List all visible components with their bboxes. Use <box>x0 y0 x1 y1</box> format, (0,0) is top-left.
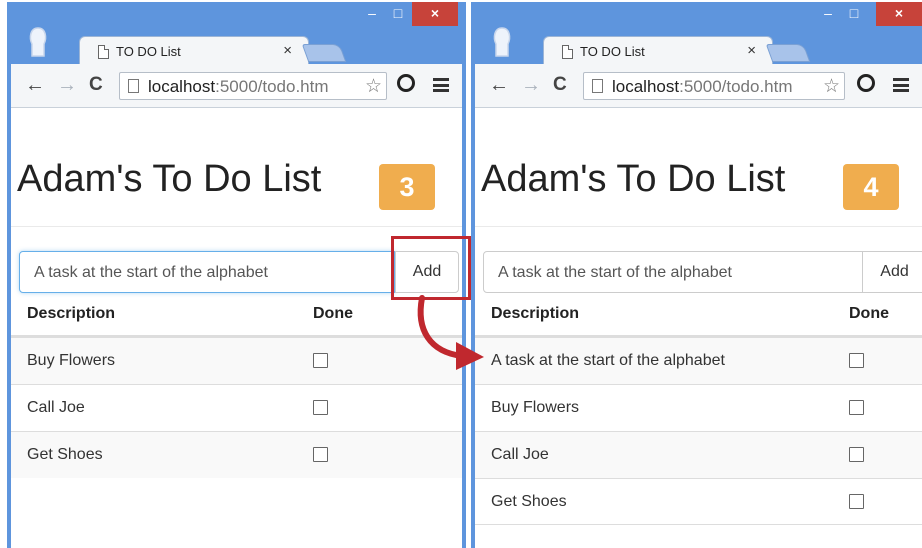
table-row: Buy Flowers <box>11 337 462 384</box>
star-icon[interactable]: ☆ <box>823 75 840 98</box>
url-text: localhost:5000/todo.htm <box>612 77 818 97</box>
task-description: Get Shoes <box>491 493 567 510</box>
address-bar[interactable]: localhost:5000/todo.htm ☆ <box>583 72 845 100</box>
new-tab-button[interactable] <box>301 44 347 62</box>
page-title: Adam's To Do List <box>17 158 322 200</box>
task-description: Call Joe <box>491 446 549 463</box>
address-bar[interactable]: localhost:5000/todo.htm ☆ <box>119 72 387 100</box>
back-arrow-icon[interactable]: ← <box>25 74 45 96</box>
add-button[interactable]: Add <box>862 251 922 293</box>
done-checkbox[interactable] <box>849 494 864 509</box>
url-host: localhost <box>148 77 216 96</box>
divider <box>475 226 922 227</box>
extension-icon[interactable] <box>397 74 415 92</box>
count-badge: 3 <box>379 164 435 210</box>
table-row: Call Joe <box>475 431 922 478</box>
done-checkbox[interactable] <box>313 353 328 368</box>
table-row: Buy Flowers <box>475 384 922 431</box>
tab-todo[interactable]: TO DO List × <box>543 36 773 66</box>
page-icon <box>128 79 139 93</box>
close-window-button[interactable]: × <box>876 2 922 26</box>
forward-arrow-icon[interactable]: → <box>57 74 77 96</box>
url-text: localhost:5000/todo.htm <box>148 77 358 97</box>
tab-strip: TO DO List × – □ × <box>471 2 922 66</box>
browser-toolbar: ← → C localhost:5000/todo.htm ☆ <box>11 64 462 108</box>
tab-title: TO DO List <box>580 44 645 59</box>
table-row: Get Shoes <box>475 478 922 525</box>
table-header: Description Done <box>475 293 922 337</box>
url-path: :5000/todo.htm <box>215 77 329 96</box>
divider <box>11 226 462 227</box>
browser-toolbar: ← → C localhost:5000/todo.htm ☆ <box>475 64 922 108</box>
page-content: Adam's To Do List 3 A task at the start … <box>11 108 462 548</box>
new-task-value: A task at the start of the alphabet <box>498 264 732 281</box>
hamburger-menu-icon[interactable] <box>893 78 909 92</box>
maximize-button[interactable]: □ <box>386 2 410 26</box>
table-row: A task at the start of the alphabet <box>475 337 922 384</box>
count-badge: 4 <box>843 164 899 210</box>
new-task-input[interactable]: A task at the start of the alphabet <box>19 251 395 293</box>
done-checkbox[interactable] <box>313 447 328 462</box>
done-checkbox[interactable] <box>313 400 328 415</box>
url-path: :5000/todo.htm <box>679 77 793 96</box>
browser-window-after: TO DO List × – □ × ← → C localhost:5000/… <box>471 2 922 548</box>
tab-todo[interactable]: TO DO List × <box>79 36 309 66</box>
forward-arrow-icon[interactable]: → <box>521 74 541 96</box>
reload-icon[interactable]: C <box>553 74 567 96</box>
task-description: Call Joe <box>27 399 85 416</box>
done-checkbox[interactable] <box>849 353 864 368</box>
new-task-input[interactable]: A task at the start of the alphabet <box>483 251 863 293</box>
page-title: Adam's To Do List <box>481 158 786 200</box>
table-row: Call Joe <box>11 384 462 431</box>
curved-arrow-icon <box>417 295 484 370</box>
profile-icon[interactable] <box>489 26 515 58</box>
maximize-button[interactable]: □ <box>842 2 866 26</box>
star-icon[interactable]: ☆ <box>365 75 382 98</box>
extension-icon[interactable] <box>857 74 875 92</box>
hamburger-menu-icon[interactable] <box>433 78 449 92</box>
page-icon <box>98 45 109 59</box>
tab-title: TO DO List <box>116 44 181 59</box>
back-arrow-icon[interactable]: ← <box>489 74 509 96</box>
minimize-button[interactable]: – <box>360 2 384 26</box>
task-description: Buy Flowers <box>27 352 116 369</box>
task-description: Buy Flowers <box>491 399 580 416</box>
column-description: Description <box>27 305 116 322</box>
tab-strip: TO DO List × – □ × <box>7 2 466 66</box>
reload-icon[interactable]: C <box>89 74 103 96</box>
minimize-button[interactable]: – <box>816 2 840 26</box>
task-description: Get Shoes <box>27 446 103 463</box>
page-icon <box>562 45 573 59</box>
table-row: Get Shoes <box>11 431 462 478</box>
done-checkbox[interactable] <box>849 447 864 462</box>
new-task-value: A task at the start of the alphabet <box>34 264 268 281</box>
done-checkbox[interactable] <box>849 400 864 415</box>
page-content: Adam's To Do List 4 A task at the start … <box>475 108 922 548</box>
task-description: A task at the start of the alphabet <box>491 352 725 369</box>
column-done: Done <box>313 305 353 322</box>
profile-icon[interactable] <box>25 26 51 58</box>
close-icon[interactable]: × <box>283 42 292 59</box>
page-icon <box>592 79 603 93</box>
close-window-button[interactable]: × <box>412 2 458 26</box>
column-description: Description <box>491 305 580 322</box>
new-tab-button[interactable] <box>765 44 811 62</box>
url-host: localhost <box>612 77 680 96</box>
column-done: Done <box>849 305 889 322</box>
screenshot-stage: TO DO List × – □ × ← → C localhost:5000/… <box>0 0 922 548</box>
todo-table: Description Done Buy Flowers Call Joe Ge… <box>11 293 462 478</box>
close-icon[interactable]: × <box>747 42 756 59</box>
todo-table: Description Done A task at the start of … <box>475 293 922 525</box>
